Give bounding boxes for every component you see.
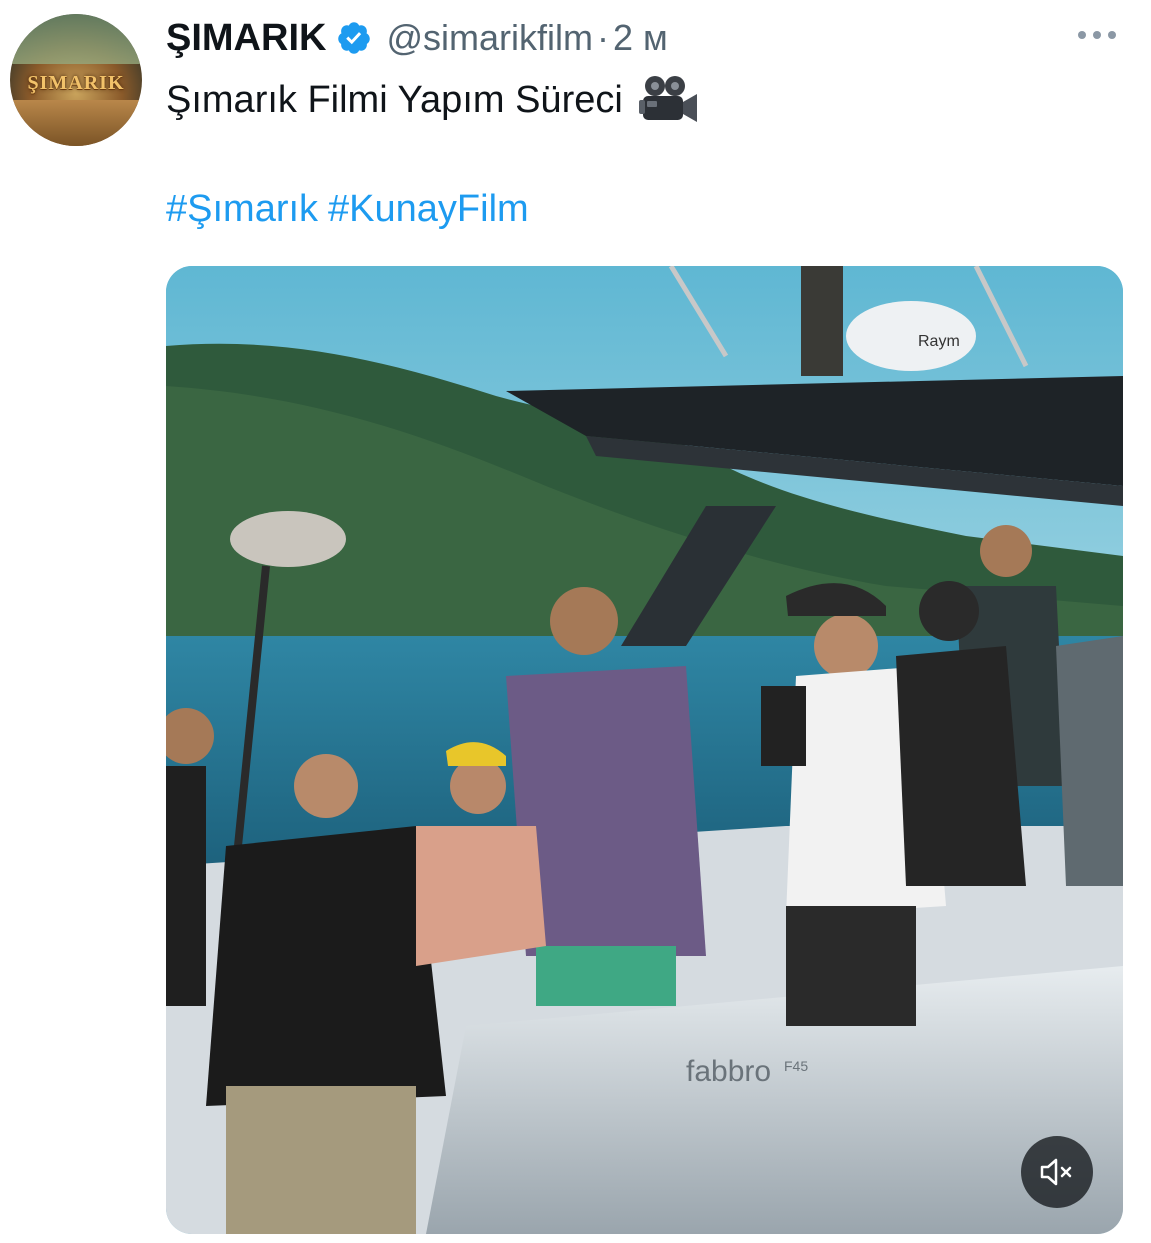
hashtag-kunayfilm[interactable]: #KunayFilm — [328, 188, 529, 230]
mute-button[interactable] — [1021, 1136, 1093, 1208]
movie-camera-icon — [638, 76, 697, 122]
tweet-text: Şımarık Filmi Yapım Süreci — [166, 74, 699, 126]
tweet-body: Şımarık Filmi Yapım Süreci — [166, 78, 623, 121]
avatar-logo-text: ŞIMARIK — [27, 72, 125, 94]
hashtags: #Şımarık #KunayFilm — [166, 188, 529, 231]
timestamp[interactable]: 2 м — [613, 17, 668, 59]
author-handle[interactable]: @simarikfilm — [386, 17, 593, 59]
radar-text: Raym — [918, 333, 960, 350]
avatar-sky — [10, 14, 142, 65]
avatar-ground — [10, 99, 142, 146]
boat-model-text: F45 — [784, 1058, 808, 1074]
video-player[interactable]: Raym fabbro F45 — [166, 266, 1123, 1234]
more-dot — [1108, 31, 1116, 39]
boom-mic — [230, 511, 346, 567]
tweet-header: ŞIMARIK @simarikfilm · 2 м — [166, 14, 668, 62]
more-dot — [1093, 31, 1101, 39]
more-options-icon[interactable] — [1070, 16, 1124, 54]
author-display-name[interactable]: ŞIMARIK — [166, 17, 326, 60]
verified-badge-icon — [338, 22, 371, 54]
separator-dot: · — [596, 17, 609, 58]
hashtag-simarik[interactable]: #Şımarık — [166, 188, 318, 230]
speaker-muted-icon — [1040, 1158, 1072, 1186]
more-dot — [1078, 31, 1086, 39]
boat-brand-text: fabbro — [686, 1055, 771, 1088]
video-frame: Raym fabbro F45 — [166, 266, 1123, 1234]
avatar[interactable]: ŞIMARIK — [10, 14, 142, 146]
